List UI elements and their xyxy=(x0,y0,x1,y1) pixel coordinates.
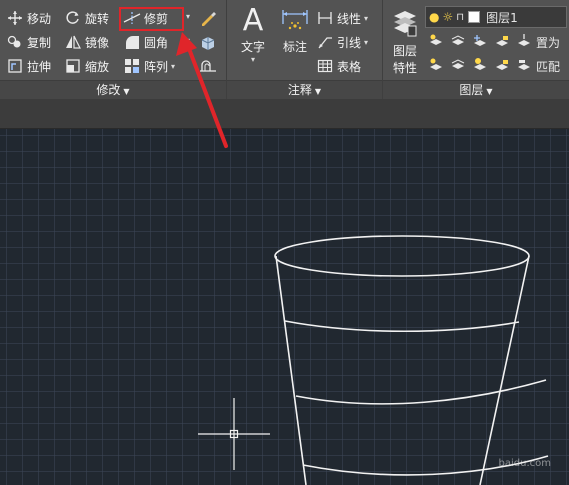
annotation-panel: A 文字 ▾ 标注 线性 ▾ 引线 ▾ 表格 注释 ▼ xyxy=(227,0,383,99)
annotation-panel-title[interactable]: 注释 ▼ xyxy=(227,80,382,99)
unlock-icon: ⊓ xyxy=(456,11,465,23)
copy-icon xyxy=(6,33,24,51)
lightbulb-icon: ● xyxy=(429,10,440,24)
dimension-button[interactable]: 标注 xyxy=(278,6,312,55)
copy-button[interactable]: 复制 xyxy=(6,31,51,53)
fillet-dropdown-arrow[interactable]: ▾ xyxy=(186,36,190,45)
erase-brush-icon[interactable] xyxy=(199,9,217,27)
linear-dimension-icon xyxy=(316,9,334,27)
leader-label: 引线 xyxy=(337,35,362,50)
ribbon: 移动 旋转 修剪 ▾ 复制 镜像 圆角 ▾ 拉伸 缩放 阵列 ▾ 修改 ▼ A … xyxy=(0,0,569,99)
dimension-icon xyxy=(278,6,312,38)
linear-label: 线性 xyxy=(337,11,362,26)
linear-dimension-button[interactable]: 线性 ▾ xyxy=(316,7,368,29)
layer-properties-button[interactable]: 图层 特性 xyxy=(387,4,423,76)
stretch-button[interactable]: 拉伸 xyxy=(6,55,51,77)
layers-panel: 图层 特性 ● ☼ ⊓ 图层1 置为 匹配 图层 ▼ xyxy=(383,0,569,99)
linear-dropdown-arrow[interactable]: ▾ xyxy=(364,14,368,23)
stretch-label: 拉伸 xyxy=(27,59,52,74)
scale-button[interactable]: 缩放 xyxy=(64,55,109,77)
match-label[interactable]: 匹配 xyxy=(536,58,560,75)
watermark: baidu.com xyxy=(498,458,551,469)
layer-lock-icon[interactable] xyxy=(493,32,511,50)
drawing-canvas[interactable] xyxy=(0,129,569,485)
dimension-label: 标注 xyxy=(282,40,307,54)
file-tab-strip xyxy=(0,99,569,129)
fillet-label: 圆角 xyxy=(144,35,169,50)
layer-off-icon[interactable] xyxy=(427,32,445,50)
array-icon xyxy=(123,57,141,75)
offset-icon[interactable] xyxy=(199,57,217,75)
layers-panel-title[interactable]: 图层 ▼ xyxy=(383,80,569,99)
layer-unisolate-icon[interactable] xyxy=(449,56,467,74)
layer-freeze-icon[interactable] xyxy=(471,32,489,50)
sun-icon: ☼ xyxy=(442,10,454,24)
rotate-button[interactable]: 旋转 xyxy=(64,7,109,29)
rotate-icon xyxy=(64,9,82,27)
current-layer-name: 图层1 xyxy=(486,10,518,25)
annotation-panel-label: 注释 xyxy=(287,83,312,97)
layer-dropdown[interactable]: ● ☼ ⊓ 图层1 xyxy=(425,6,567,28)
mirror-icon xyxy=(64,33,82,51)
move-button[interactable]: 移动 xyxy=(6,7,51,29)
rotate-label: 旋转 xyxy=(85,11,110,26)
text-label: 文字 xyxy=(240,40,265,54)
stretch-icon xyxy=(6,57,24,75)
layer-set-current-icon[interactable] xyxy=(515,32,533,50)
trim-dropdown-arrow[interactable]: ▾ xyxy=(186,12,190,21)
layer-thaw-icon[interactable] xyxy=(471,56,489,74)
modify-panel-label: 修改 xyxy=(96,83,121,97)
leader-dropdown-arrow[interactable]: ▾ xyxy=(364,38,368,47)
text-big-a-icon: A xyxy=(242,3,264,38)
fillet-icon xyxy=(123,33,141,51)
text-button[interactable]: A 文字 ▾ xyxy=(236,3,270,65)
layer-match-icon[interactable] xyxy=(515,56,533,74)
leader-button[interactable]: 引线 ▾ xyxy=(316,31,368,53)
scale-icon xyxy=(64,57,82,75)
layer-properties-label-2: 特性 xyxy=(392,61,417,75)
move-label: 移动 xyxy=(27,11,52,26)
fillet-button[interactable]: 圆角 xyxy=(123,31,168,53)
layer-stack-icon xyxy=(387,4,423,42)
layer-on-icon[interactable] xyxy=(427,56,445,74)
layer-isolate-icon[interactable] xyxy=(449,32,467,50)
annotation-panel-arrow-icon: ▼ xyxy=(314,87,322,96)
table-icon xyxy=(316,57,334,75)
table-button[interactable]: 表格 xyxy=(316,55,361,77)
trim-highlight-box xyxy=(119,7,184,31)
set-current-label[interactable]: 置为 xyxy=(536,34,560,51)
modify-panel-arrow-icon: ▼ xyxy=(123,87,130,96)
modify-panel: 移动 旋转 修剪 ▾ 复制 镜像 圆角 ▾ 拉伸 缩放 阵列 ▾ 修改 ▼ xyxy=(0,0,227,99)
array-button[interactable]: 阵列 ▾ xyxy=(123,55,175,77)
layers-panel-arrow-icon: ▼ xyxy=(486,87,493,96)
array-dropdown-arrow[interactable]: ▾ xyxy=(171,62,175,71)
layer-properties-label-1: 图层 xyxy=(392,44,417,58)
leader-icon xyxy=(316,33,334,51)
array-label: 阵列 xyxy=(144,59,169,74)
modify-panel-title[interactable]: 修改 ▼ xyxy=(0,80,226,99)
scale-label: 缩放 xyxy=(85,59,110,74)
copy-label: 复制 xyxy=(27,35,52,50)
table-label: 表格 xyxy=(337,59,362,74)
mirror-label: 镜像 xyxy=(85,35,110,50)
move-icon xyxy=(6,9,24,27)
mirror-button[interactable]: 镜像 xyxy=(64,31,109,53)
layers-panel-label: 图层 xyxy=(459,83,484,97)
layer-color-swatch xyxy=(468,11,481,23)
layer-unlock-icon[interactable] xyxy=(493,56,511,74)
text-dropdown-arrow: ▾ xyxy=(250,55,255,64)
explode-icon[interactable] xyxy=(199,33,217,51)
